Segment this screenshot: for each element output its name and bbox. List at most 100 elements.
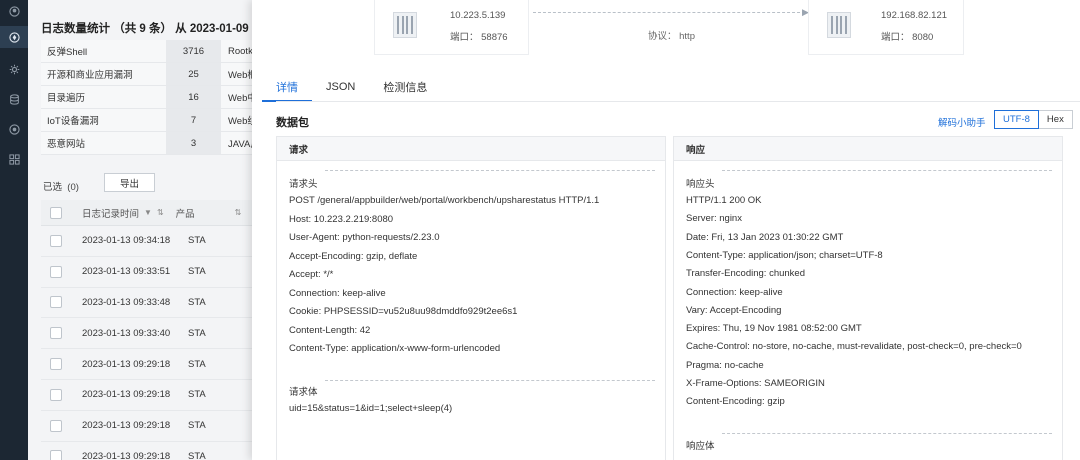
row-product: STA [188, 389, 206, 401]
request-header-line: POST /general/appbuilder/web/portal/work… [289, 195, 600, 206]
table-row[interactable]: 2023-01-13 09:34:18 STA [41, 226, 261, 257]
row-time: 2023-01-13 09:29:18 [82, 450, 171, 460]
stats-row[interactable]: 反弹Shell 3716 Rootkit [41, 40, 261, 63]
row-checkbox[interactable] [50, 234, 62, 247]
packet-title: 数据包 [276, 117, 309, 129]
detail-tabs: 详情 JSON 检测信息 [262, 72, 455, 102]
row-product: STA [188, 235, 206, 247]
table-row[interactable]: 2023-01-13 09:33:48 STA [41, 288, 261, 319]
request-body: uid=15&status=1&id=1;select+sleep(4) [289, 403, 453, 414]
request-panel-title: 请求 [277, 137, 665, 161]
table-row[interactable]: 2023-01-13 09:33:51 STA [41, 257, 261, 288]
grid-icon[interactable] [0, 148, 28, 170]
encoding-option-hex[interactable]: Hex [1038, 110, 1073, 129]
encoding-option-utf8[interactable]: UTF-8 [994, 110, 1039, 129]
row-checkbox[interactable] [50, 358, 62, 371]
stats-category-name: 反弹Shell [47, 47, 88, 58]
response-body-label: 响应体 [686, 441, 715, 452]
row-product: STA [188, 327, 206, 339]
export-button[interactable]: 导出 [104, 173, 155, 192]
divider [722, 433, 1052, 434]
table-row[interactable]: 2023-01-13 09:29:18 STA [41, 411, 261, 442]
server-icon [827, 12, 851, 38]
stats-row[interactable]: 恶意网站 3 JAVA反 [41, 132, 261, 155]
compass-icon[interactable] [0, 26, 28, 48]
stats-count: 25 [166, 63, 221, 85]
database-icon[interactable] [0, 88, 28, 110]
tab-1[interactable]: JSON [326, 72, 355, 102]
row-time: 2023-01-13 09:29:18 [82, 389, 171, 401]
request-header-line: Accept: */* [289, 269, 334, 280]
decoder-helper-link[interactable]: 解码小助手 [938, 115, 986, 129]
stats-row[interactable]: 开源和商业应用漏洞 25 Web框 [41, 63, 261, 86]
row-checkbox[interactable] [50, 327, 62, 340]
server-icon [393, 12, 417, 38]
row-product: STA [188, 358, 206, 370]
selected-count-value: (0) [67, 182, 79, 193]
stats-count: 16 [166, 86, 221, 108]
row-time: 2023-01-13 09:33:48 [82, 296, 171, 308]
sort-icon[interactable]: ⇅ [157, 208, 164, 217]
stats-count: 7 [166, 109, 221, 131]
column-header-time[interactable]: 日志记录时间 [82, 206, 139, 220]
row-checkbox[interactable] [50, 450, 62, 460]
request-body-label: 请求体 [289, 387, 318, 398]
select-all-checkbox[interactable] [50, 206, 62, 219]
gear-icon[interactable] [0, 58, 28, 80]
response-panel: 响应 响应头 HTTP/1.1 200 OK Server: nginx Date:… [673, 136, 1063, 460]
column-header-product[interactable]: 产品 [176, 206, 195, 220]
response-header-line: Content-Type: application/json; charset=… [686, 249, 883, 261]
response-header-line: Pragma: no-cache [686, 359, 764, 371]
target-icon[interactable] [0, 118, 28, 140]
log-list-page: 日志数量统计 （共 9 条） 从 2023-01-09 20 反弹Shell 37… [28, 0, 265, 460]
table-row[interactable]: 2023-01-13 09:29:18 STA [41, 380, 261, 411]
response-header-line: Date: Fri, 13 Jan 2023 01:30:22 GMT [686, 231, 844, 243]
protocol-label: 协议： http [648, 31, 695, 42]
row-time: 2023-01-13 09:34:18 [82, 235, 171, 247]
tab-0[interactable]: 详情 [262, 72, 312, 102]
row-product: STA [188, 266, 206, 278]
response-header-line: Expires: Thu, 19 Nov 1981 08:52:00 GMT [686, 323, 862, 335]
row-checkbox[interactable] [50, 265, 62, 278]
row-checkbox[interactable] [50, 296, 62, 309]
stats-row[interactable]: 目录遍历 16 Web中 [41, 86, 261, 109]
table-row[interactable]: 2023-01-13 09:33:40 STA [41, 318, 261, 350]
sort-icon[interactable]: ⇅ [235, 208, 242, 217]
stats-count: 3 [166, 132, 221, 154]
source-ip: 10.223.5.139 [450, 10, 506, 21]
log-list: 2023-01-13 09:34:18 STA 2023-01-13 09:33:5… [41, 226, 261, 460]
destination-port: 端口： 8080 [881, 32, 934, 43]
row-checkbox[interactable] [50, 419, 62, 432]
response-header-line: Transfer-Encoding: chunked [686, 268, 805, 280]
row-product: STA [188, 450, 206, 460]
request-header-line: Cookie: PHPSESSID=vu52u8uu98dmddfo929t2e… [289, 306, 518, 317]
source-port: 端口： 58876 [450, 32, 508, 43]
table-row[interactable]: 2023-01-13 09:29:18 STA [41, 442, 261, 460]
selected-count: 已选 (0) [43, 179, 79, 193]
response-header-line: HTTP/1.1 200 OK [686, 195, 762, 206]
request-header-line: Accept-Encoding: gzip, deflate [289, 250, 418, 262]
tab-2[interactable]: 检测信息 [383, 72, 427, 102]
filter-icon[interactable]: ▼ [144, 208, 152, 217]
stats-category-name: IoT设备漏洞 [47, 116, 99, 127]
table-row[interactable]: 2023-01-13 09:29:18 STA [41, 349, 261, 380]
request-header-line: Host: 10.223.2.219:8080 [289, 213, 394, 225]
row-product: STA [188, 296, 206, 308]
response-header-line: Connection: keep-alive [686, 286, 783, 298]
stats-count: 3716 [166, 40, 221, 62]
response-header-line: Vary: Accept-Encoding [686, 304, 782, 316]
stats-row[interactable]: IoT设备漏洞 7 Web组 [41, 109, 261, 132]
user-icon[interactable] [0, 0, 28, 22]
response-header-line: Content-Encoding: gzip [686, 396, 785, 408]
tabs-divider [276, 101, 1080, 102]
encoding-toggle: UTF-8 Hex [994, 110, 1073, 129]
row-time: 2023-01-13 09:29:18 [82, 358, 171, 370]
destination-ip: 192.168.82.121 [881, 10, 948, 21]
request-panel: 请求 请求头 POST /general/appbuilder/web/port… [276, 136, 666, 460]
request-header-line: Connection: keep-alive [289, 287, 386, 299]
request-header-line: Content-Type: application/x-www-form-url… [289, 343, 501, 354]
row-product: STA [188, 420, 206, 432]
row-checkbox[interactable] [50, 388, 62, 401]
selected-label: 已选 [43, 182, 63, 193]
row-time: 2023-01-13 09:33:40 [82, 327, 171, 339]
